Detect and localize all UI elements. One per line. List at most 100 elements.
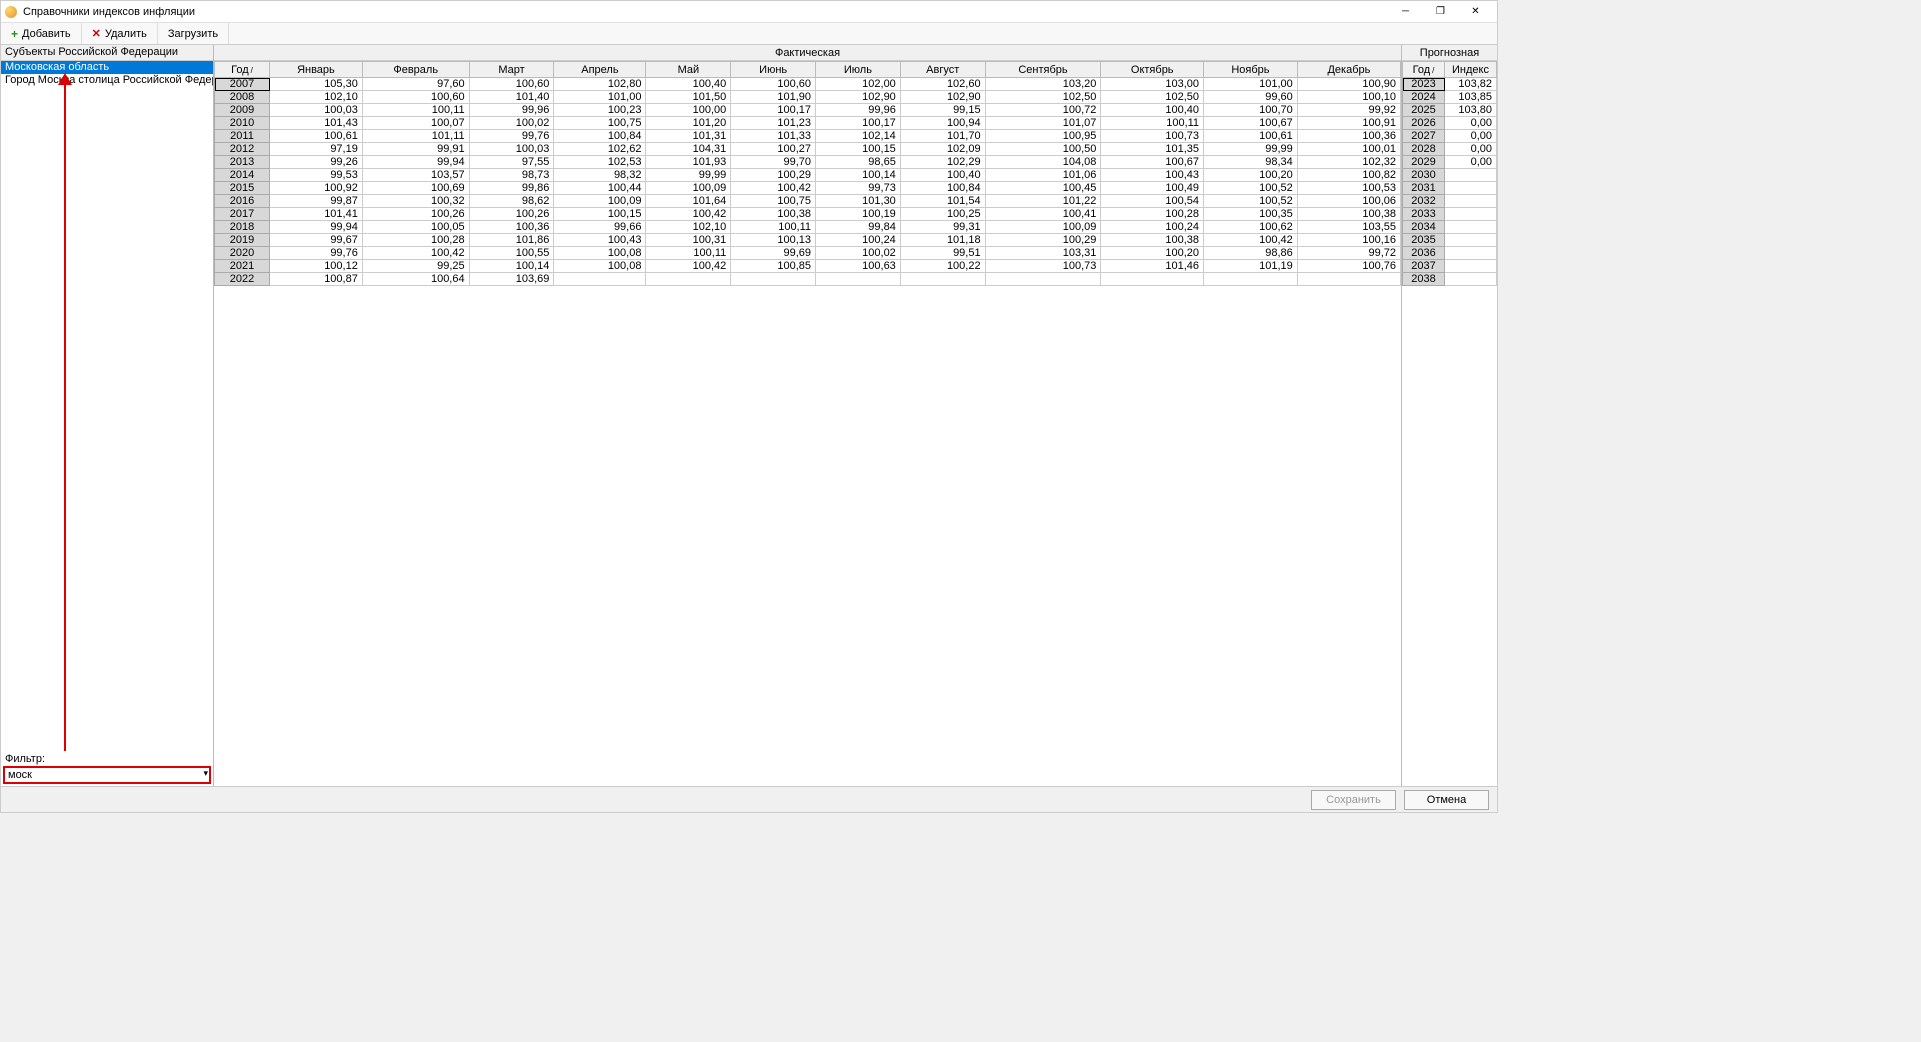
value-cell[interactable] bbox=[1101, 273, 1204, 286]
table-row[interactable]: 2010101,43100,07100,02100,75101,20101,23… bbox=[215, 117, 1401, 130]
value-cell[interactable]: 100,82 bbox=[1297, 169, 1400, 182]
value-cell[interactable]: 100,20 bbox=[1101, 247, 1204, 260]
value-cell[interactable] bbox=[1445, 195, 1497, 208]
table-row[interactable]: 2030 bbox=[1403, 169, 1497, 182]
value-cell[interactable]: 99,31 bbox=[900, 221, 985, 234]
filter-input[interactable] bbox=[3, 766, 211, 784]
value-cell[interactable]: 100,20 bbox=[1204, 169, 1298, 182]
value-cell[interactable]: 100,27 bbox=[731, 143, 816, 156]
value-cell[interactable]: 104,31 bbox=[646, 143, 731, 156]
table-row[interactable]: 201297,1999,91100,03102,62104,31100,2710… bbox=[215, 143, 1401, 156]
value-cell[interactable]: 101,18 bbox=[900, 234, 985, 247]
value-cell[interactable]: 100,85 bbox=[731, 260, 816, 273]
value-cell[interactable]: 99,96 bbox=[816, 104, 901, 117]
value-cell[interactable]: 102,10 bbox=[646, 221, 731, 234]
value-cell[interactable]: 100,02 bbox=[816, 247, 901, 260]
value-cell[interactable]: 100,63 bbox=[816, 260, 901, 273]
actual-grid[interactable]: Год/ЯнварьФевральМартАпрельМайИюньИюльАв… bbox=[214, 61, 1401, 786]
save-button[interactable]: Сохранить bbox=[1311, 790, 1396, 810]
value-cell[interactable]: 100,03 bbox=[469, 143, 554, 156]
value-cell[interactable]: 100,42 bbox=[646, 260, 731, 273]
value-cell[interactable]: 99,99 bbox=[646, 169, 731, 182]
value-cell[interactable]: 100,62 bbox=[1204, 221, 1298, 234]
year-cell[interactable]: 2036 bbox=[1403, 247, 1445, 260]
value-cell[interactable]: 0,00 bbox=[1445, 117, 1497, 130]
value-cell[interactable]: 100,09 bbox=[646, 182, 731, 195]
year-cell[interactable]: 2038 bbox=[1403, 273, 1445, 286]
value-cell[interactable]: 100,29 bbox=[985, 234, 1101, 247]
value-cell[interactable]: 99,91 bbox=[362, 143, 469, 156]
table-row[interactable]: 2007105,3097,60100,60102,80100,40100,601… bbox=[215, 78, 1401, 91]
year-cell[interactable]: 2034 bbox=[1403, 221, 1445, 234]
value-cell[interactable]: 99,94 bbox=[270, 221, 363, 234]
value-cell[interactable]: 100,61 bbox=[270, 130, 363, 143]
year-cell[interactable]: 2008 bbox=[215, 91, 270, 104]
value-cell[interactable]: 98,32 bbox=[554, 169, 646, 182]
value-cell[interactable]: 100,25 bbox=[900, 208, 985, 221]
value-cell[interactable]: 103,82 bbox=[1445, 78, 1497, 91]
year-cell[interactable]: 2020 bbox=[215, 247, 270, 260]
value-cell[interactable]: 100,14 bbox=[816, 169, 901, 182]
value-cell[interactable]: 101,70 bbox=[900, 130, 985, 143]
year-cell[interactable]: 2037 bbox=[1403, 260, 1445, 273]
table-row[interactable]: 202099,76100,42100,55100,08100,1199,6910… bbox=[215, 247, 1401, 260]
value-cell[interactable]: 99,60 bbox=[1204, 91, 1298, 104]
year-cell[interactable]: 2023 bbox=[1403, 78, 1445, 91]
value-cell[interactable] bbox=[554, 273, 646, 286]
col-month[interactable]: Февраль bbox=[362, 62, 469, 78]
value-cell[interactable]: 100,36 bbox=[469, 221, 554, 234]
value-cell[interactable]: 99,96 bbox=[469, 104, 554, 117]
value-cell[interactable]: 100,72 bbox=[985, 104, 1101, 117]
value-cell[interactable]: 100,95 bbox=[985, 130, 1101, 143]
table-row[interactable]: 201899,94100,05100,3699,66102,10100,1199… bbox=[215, 221, 1401, 234]
value-cell[interactable]: 101,07 bbox=[985, 117, 1101, 130]
maximize-button[interactable]: ❐ bbox=[1423, 2, 1458, 22]
value-cell[interactable]: 100,67 bbox=[1204, 117, 1298, 130]
value-cell[interactable]: 100,28 bbox=[362, 234, 469, 247]
col-month[interactable]: Январь bbox=[270, 62, 363, 78]
year-cell[interactable]: 2016 bbox=[215, 195, 270, 208]
value-cell[interactable]: 98,86 bbox=[1204, 247, 1298, 260]
value-cell[interactable]: 100,11 bbox=[362, 104, 469, 117]
year-cell[interactable]: 2014 bbox=[215, 169, 270, 182]
value-cell[interactable]: 101,23 bbox=[731, 117, 816, 130]
value-cell[interactable]: 100,75 bbox=[731, 195, 816, 208]
year-cell[interactable]: 2026 bbox=[1403, 117, 1445, 130]
value-cell[interactable]: 100,84 bbox=[554, 130, 646, 143]
year-cell[interactable]: 2018 bbox=[215, 221, 270, 234]
value-cell[interactable]: 100,05 bbox=[362, 221, 469, 234]
value-cell[interactable]: 100,16 bbox=[1297, 234, 1400, 247]
value-cell[interactable]: 103,31 bbox=[985, 247, 1101, 260]
value-cell[interactable]: 100,19 bbox=[816, 208, 901, 221]
value-cell[interactable]: 101,41 bbox=[270, 208, 363, 221]
value-cell[interactable]: 102,00 bbox=[816, 78, 901, 91]
value-cell[interactable]: 100,43 bbox=[1101, 169, 1204, 182]
value-cell[interactable]: 100,26 bbox=[362, 208, 469, 221]
value-cell[interactable]: 100,90 bbox=[1297, 78, 1400, 91]
year-cell[interactable]: 2009 bbox=[215, 104, 270, 117]
value-cell[interactable]: 100,17 bbox=[731, 104, 816, 117]
year-cell[interactable]: 2025 bbox=[1403, 104, 1445, 117]
value-cell[interactable]: 101,54 bbox=[900, 195, 985, 208]
col-month[interactable]: Март bbox=[469, 62, 554, 78]
year-cell[interactable]: 2027 bbox=[1403, 130, 1445, 143]
value-cell[interactable]: 100,29 bbox=[731, 169, 816, 182]
value-cell[interactable]: 102,50 bbox=[985, 91, 1101, 104]
table-row[interactable]: 201699,87100,3298,62100,09101,64100,7510… bbox=[215, 195, 1401, 208]
value-cell[interactable]: 100,41 bbox=[985, 208, 1101, 221]
value-cell[interactable]: 102,53 bbox=[554, 156, 646, 169]
list-item[interactable]: Московская область bbox=[1, 61, 213, 74]
value-cell[interactable] bbox=[731, 273, 816, 286]
value-cell[interactable] bbox=[1445, 234, 1497, 247]
col-month[interactable]: Июль bbox=[816, 62, 901, 78]
value-cell[interactable]: 100,15 bbox=[554, 208, 646, 221]
value-cell[interactable]: 100,52 bbox=[1204, 182, 1298, 195]
table-row[interactable]: 20280,00 bbox=[1403, 143, 1497, 156]
value-cell[interactable]: 100,08 bbox=[554, 247, 646, 260]
value-cell[interactable] bbox=[1445, 182, 1497, 195]
value-cell[interactable]: 100,11 bbox=[646, 247, 731, 260]
col-month[interactable]: Май bbox=[646, 62, 731, 78]
value-cell[interactable]: 100,06 bbox=[1297, 195, 1400, 208]
table-row[interactable]: 2015100,92100,6999,86100,44100,09100,429… bbox=[215, 182, 1401, 195]
value-cell[interactable] bbox=[1445, 221, 1497, 234]
